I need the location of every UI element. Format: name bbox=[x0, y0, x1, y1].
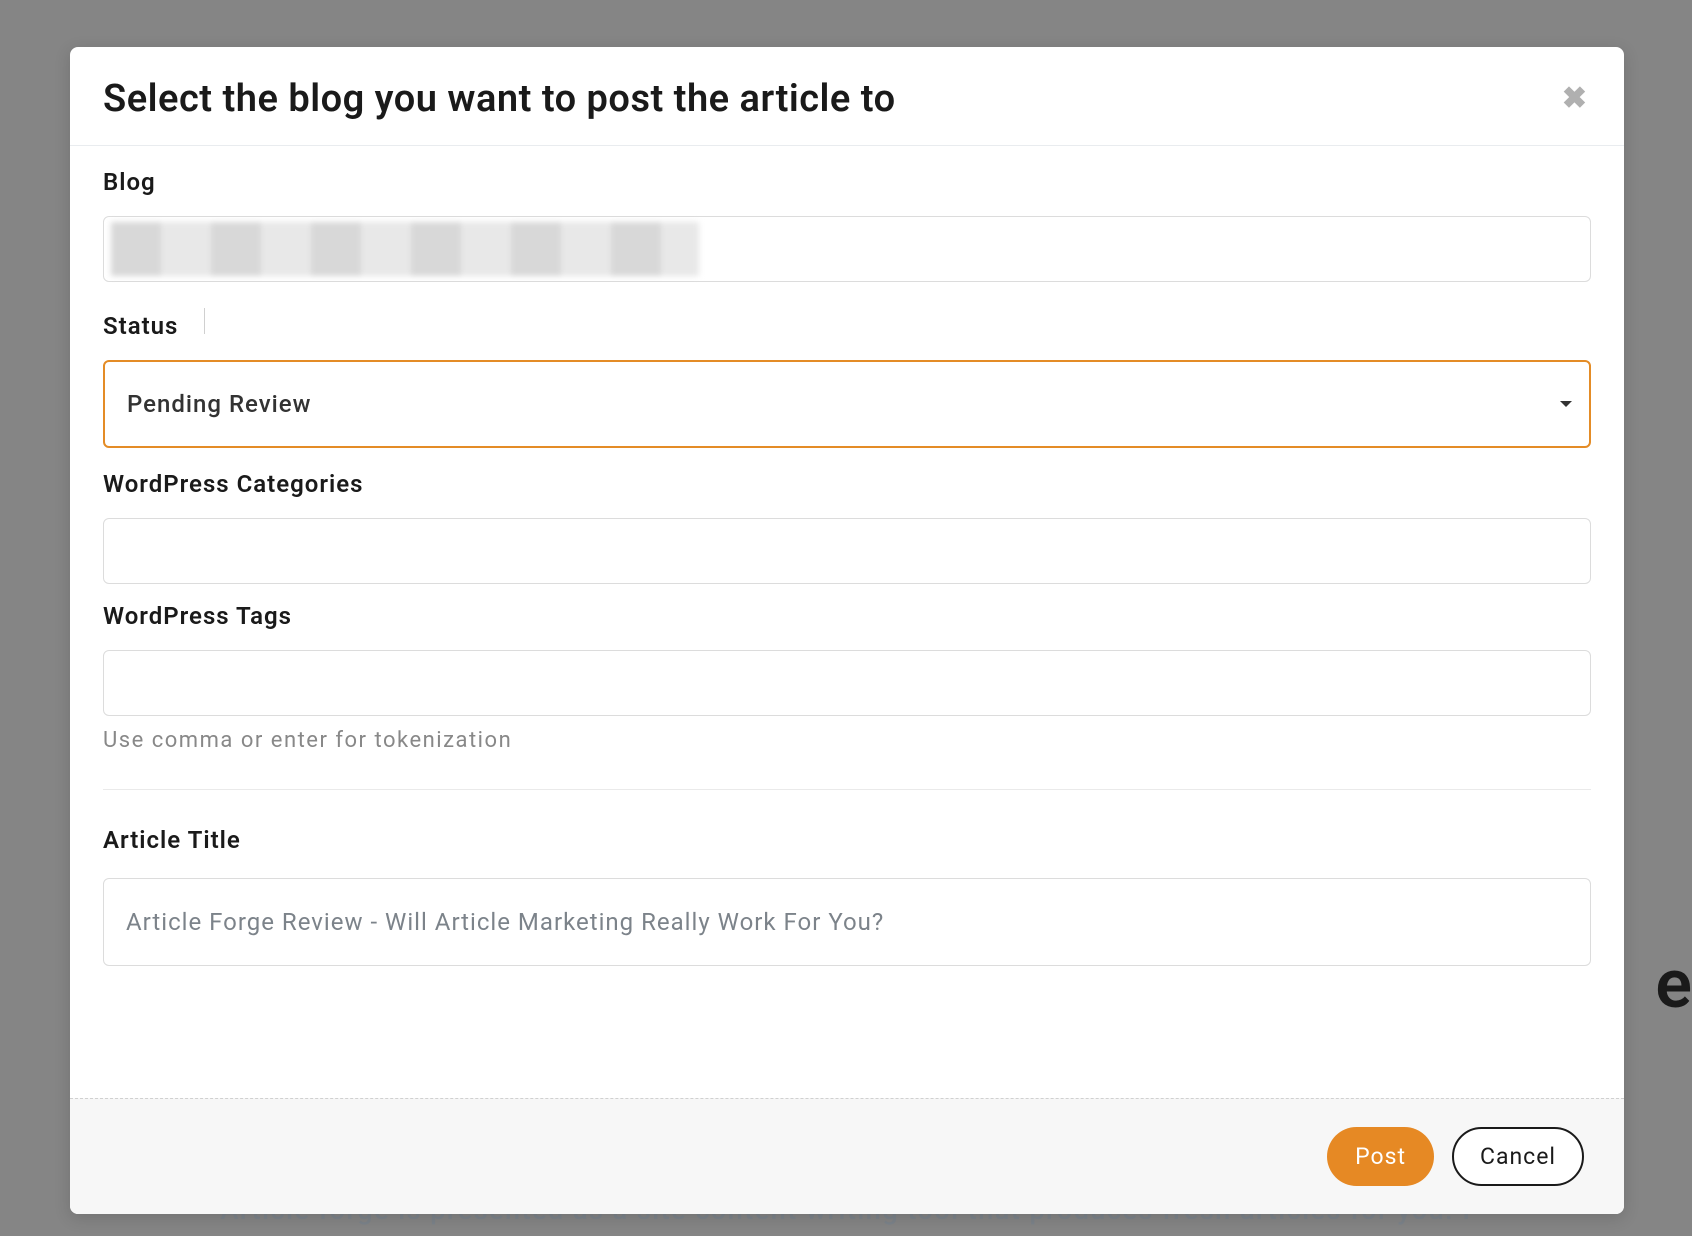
tags-helper-text: Use comma or enter for tokenization bbox=[103, 728, 1591, 753]
blog-input-wrapper bbox=[103, 216, 1591, 282]
blurred-redaction bbox=[111, 222, 699, 276]
modal-header: Select the blog you want to post the art… bbox=[70, 47, 1624, 146]
modal-title: Select the blog you want to post the art… bbox=[103, 77, 896, 121]
tags-form-group: WordPress Tags Use comma or enter for to… bbox=[103, 602, 1591, 753]
modal-footer: Post Cancel bbox=[70, 1098, 1624, 1214]
categories-label: WordPress Categories bbox=[103, 470, 1591, 498]
blog-form-group: Blog bbox=[103, 168, 1591, 282]
tags-input[interactable] bbox=[103, 650, 1591, 716]
categories-form-group: WordPress Categories bbox=[103, 470, 1591, 584]
section-divider bbox=[103, 789, 1591, 790]
article-title-form-group: Article Title bbox=[103, 826, 1591, 966]
post-button[interactable]: Post bbox=[1327, 1127, 1434, 1186]
article-title-label: Article Title bbox=[103, 826, 1591, 854]
status-vertical-divider bbox=[204, 308, 205, 334]
categories-input[interactable] bbox=[103, 518, 1591, 584]
background-partial-heading: e bbox=[1655, 944, 1692, 1024]
status-header-row: Status bbox=[103, 306, 1591, 340]
blog-label: Blog bbox=[103, 168, 1591, 196]
status-label: Status bbox=[103, 312, 178, 340]
cancel-button[interactable]: Cancel bbox=[1452, 1127, 1584, 1186]
close-icon[interactable]: ✖ bbox=[1558, 80, 1591, 118]
tags-label: WordPress Tags bbox=[103, 602, 1591, 630]
post-article-modal: Select the blog you want to post the art… bbox=[70, 47, 1624, 1214]
status-select[interactable]: Pending Review bbox=[103, 360, 1591, 448]
article-title-input[interactable] bbox=[103, 878, 1591, 966]
modal-body: Blog Status Pending Review WordPress Cat… bbox=[70, 146, 1624, 1098]
status-form-group: Status Pending Review bbox=[103, 306, 1591, 448]
